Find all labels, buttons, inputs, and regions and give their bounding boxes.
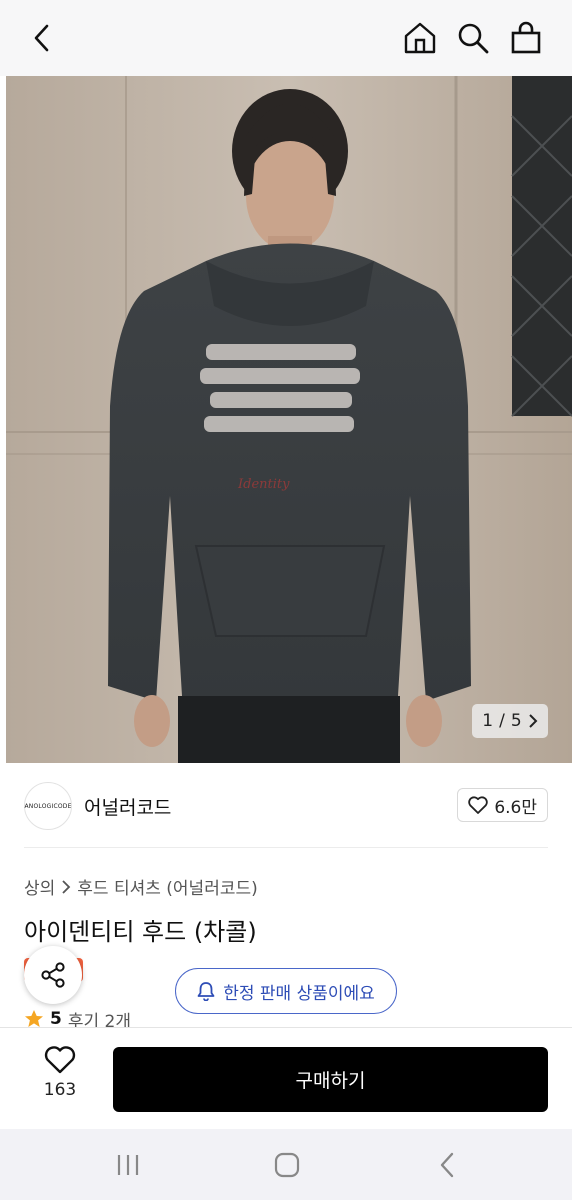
image-counter-separator: /: [499, 711, 505, 731]
heart-icon: [44, 1046, 76, 1074]
buy-button[interactable]: 구매하기: [113, 1047, 548, 1112]
brand-name[interactable]: 어널러코드: [84, 793, 171, 820]
breadcrumb-subcategory[interactable]: 후드 티셔츠 (어널러코드): [77, 874, 257, 899]
chevron-left-icon[interactable]: [22, 18, 62, 58]
back-nav-icon[interactable]: [428, 1149, 468, 1181]
system-nav-bar: [0, 1129, 572, 1200]
bell-icon: [197, 982, 215, 1001]
image-counter[interactable]: 1 / 5: [472, 704, 548, 738]
wishlist-button[interactable]: 163: [30, 1046, 90, 1100]
limited-sale-text: 한정 판매 상품이에요: [223, 983, 375, 1004]
search-icon[interactable]: [453, 18, 493, 58]
breadcrumb: 상의 후드 티셔츠 (어널러코드): [24, 874, 258, 899]
share-button[interactable]: [24, 946, 82, 1004]
heart-icon: [468, 796, 489, 814]
purchase-bar: 163 구매하기: [0, 1027, 572, 1129]
star-icon: [25, 1010, 43, 1027]
shopping-bag-icon[interactable]: [506, 18, 546, 58]
chevron-right-icon: [62, 879, 71, 894]
product-title: 아이덴티티 후드 (차콜): [24, 918, 257, 946]
brand-like-button[interactable]: 6.6만: [457, 788, 548, 822]
brand-like-count: 6.6만: [494, 797, 537, 818]
image-counter-current: 1: [482, 711, 494, 731]
divider: [24, 847, 548, 848]
recent-apps-icon[interactable]: [108, 1149, 148, 1181]
wishlist-count: 163: [43, 1080, 77, 1100]
home-icon[interactable]: [400, 18, 440, 58]
top-app-bar: [0, 0, 572, 76]
product-image[interactable]: Identity: [6, 76, 572, 763]
brand-logo[interactable]: ANOLOGICODE: [24, 782, 72, 830]
brand-row: ANOLOGICODE 어널러코드 6.6만: [0, 763, 572, 848]
image-counter-total: 5: [510, 711, 522, 731]
breadcrumb-category[interactable]: 상의: [24, 874, 55, 899]
svg-text:Identity: Identity: [237, 477, 290, 492]
rating-score: 5: [50, 1009, 62, 1029]
share-icon: [41, 962, 65, 988]
limited-sale-notice[interactable]: 한정 판매 상품이에요: [175, 968, 397, 1014]
brand-logo-text: ANOLOGICODE: [24, 802, 72, 810]
chevron-right-icon: [528, 714, 538, 728]
home-nav-icon[interactable]: [267, 1149, 307, 1181]
